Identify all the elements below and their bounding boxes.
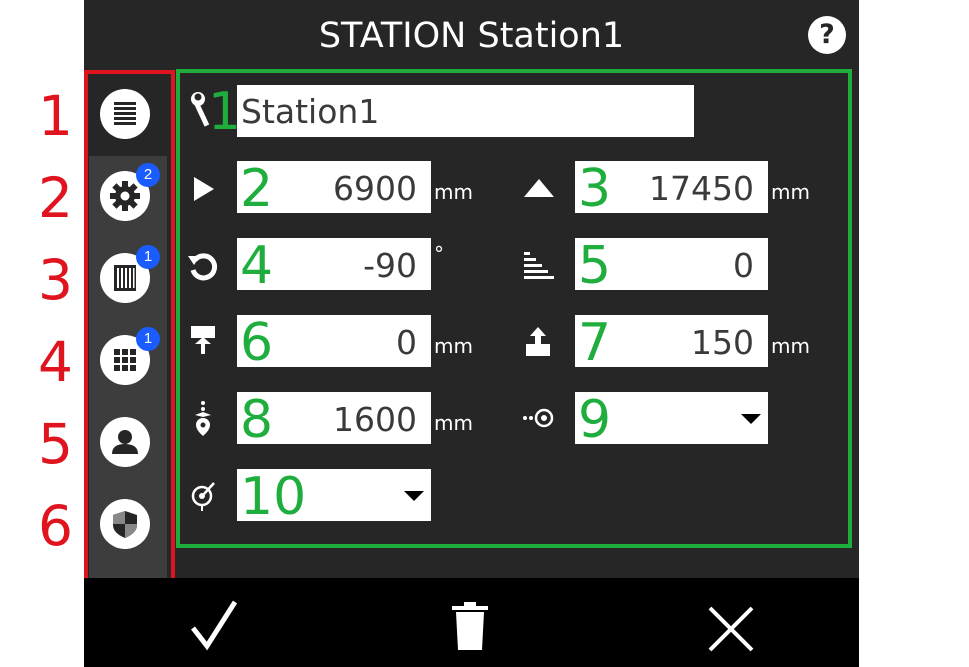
help-button[interactable]: ? [808, 16, 846, 54]
lift-up-icon [526, 327, 550, 356]
target-point-icon [523, 408, 554, 428]
chevron-down-icon [741, 414, 761, 424]
field-marker: 10 [240, 467, 307, 527]
field-marker: 9 [578, 390, 612, 450]
field-marker: 3 [578, 159, 612, 219]
unit-label: mm [771, 334, 810, 358]
unit-label: mm [434, 334, 473, 358]
annotation-number: 6 [38, 494, 73, 558]
annotation-number: 3 [38, 248, 73, 312]
stair-lines-icon [524, 252, 554, 279]
annotation-number: 4 [38, 330, 73, 394]
rotate-ccw-icon [188, 253, 218, 281]
unit-label: mm [434, 411, 473, 435]
station-name-input[interactable]: Station1 [237, 85, 694, 137]
annotation-number: 5 [38, 412, 73, 476]
chevron-down-icon [404, 491, 424, 501]
field-marker: 7 [578, 313, 612, 373]
unit-label: ° [434, 242, 444, 266]
annotation-number: 2 [38, 166, 73, 230]
check-icon[interactable] [189, 598, 239, 652]
field-marker: 4 [240, 236, 274, 296]
annotation-number: 1 [38, 84, 73, 148]
press-down-icon [191, 326, 215, 354]
trash-icon[interactable] [450, 602, 490, 652]
field-marker: 5 [578, 236, 612, 296]
height-pin-icon [195, 401, 211, 436]
field-marker: 2 [240, 159, 274, 219]
sidebar-annotation-frame [84, 70, 175, 587]
field-marker: 8 [240, 390, 274, 450]
sensor-icon [191, 482, 215, 511]
field-marker: 1 [208, 82, 242, 142]
field-marker: 6 [240, 313, 274, 373]
close-icon[interactable] [706, 604, 756, 654]
unit-label: mm [434, 180, 473, 204]
unit-label: mm [771, 180, 810, 204]
triangle-up-icon [524, 179, 554, 197]
dialog-title: STATION Station1 [318, 16, 625, 56]
play-right-icon [194, 177, 214, 201]
